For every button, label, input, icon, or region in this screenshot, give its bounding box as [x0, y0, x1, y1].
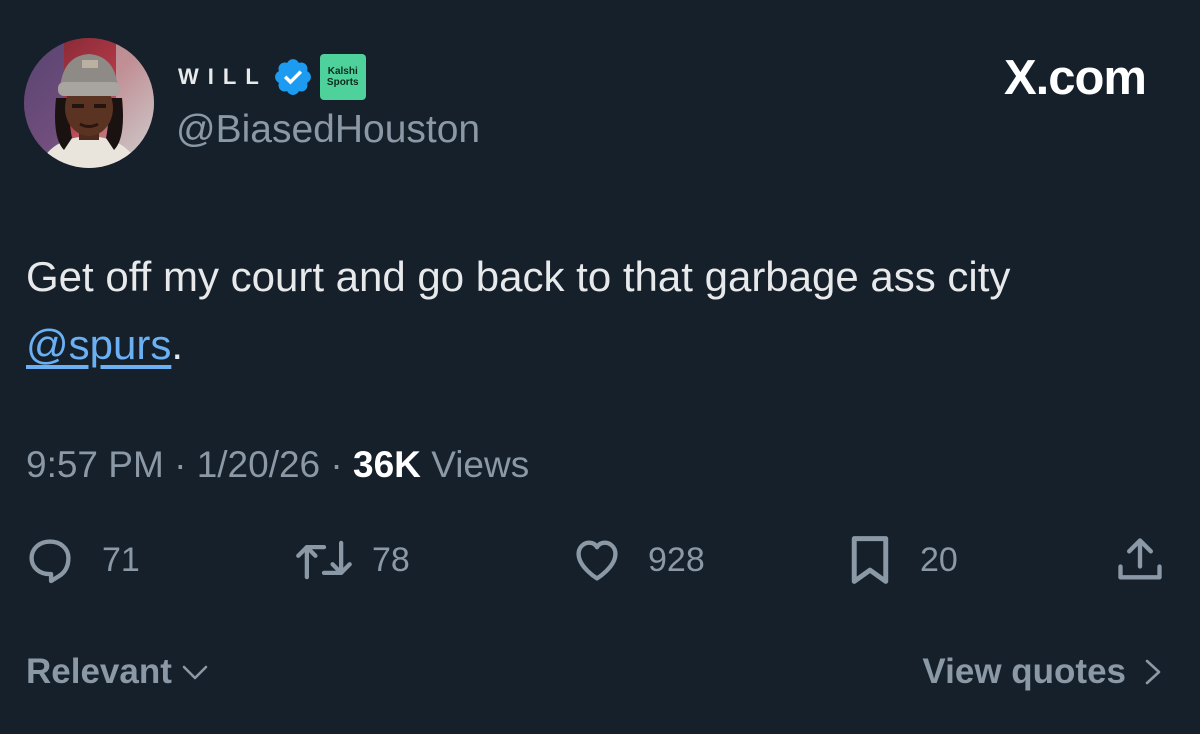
sort-label: Relevant	[26, 652, 172, 691]
meta-separator: ·	[174, 444, 187, 485]
affiliate-badge-line2: Sports	[326, 77, 359, 88]
view-quotes-label: View quotes	[922, 652, 1126, 691]
sort-dropdown[interactable]: Relevant	[26, 652, 212, 692]
meta-separator: ·	[330, 444, 343, 485]
bookmark-count: 20	[920, 540, 958, 579]
like-count: 928	[648, 540, 705, 579]
reply-count: 71	[102, 540, 140, 579]
avatar[interactable]	[24, 38, 154, 168]
tweet-text: Get off my court and go back to that gar…	[26, 243, 1166, 379]
views-count: 36K	[353, 444, 421, 485]
author-name-row: WILL Kalshi Sports	[178, 52, 366, 102]
share-icon	[1118, 538, 1162, 580]
share-button[interactable]	[1114, 530, 1166, 590]
repost-button[interactable]: 78	[294, 530, 410, 590]
chevron-right-icon	[1145, 659, 1161, 685]
author-handle[interactable]: @BiasedHouston	[176, 108, 480, 152]
mention-link[interactable]: @spurs	[26, 321, 171, 368]
repost-icon	[296, 540, 352, 580]
repost-count: 78	[372, 540, 410, 579]
tweet-text-end: .	[171, 321, 184, 368]
reply-icon	[29, 539, 71, 584]
verified-badge-icon[interactable]	[272, 56, 314, 98]
view-quotes-link[interactable]: View quotes	[922, 652, 1166, 692]
bookmark-icon	[851, 536, 889, 584]
tweet-meta: 9:57 PM · 1/20/26 · 36K Views	[26, 444, 529, 486]
tweet-time[interactable]: 9:57 PM	[26, 444, 164, 485]
like-button[interactable]: 928	[570, 530, 705, 590]
views-label: Views	[431, 444, 530, 485]
affiliate-badge-line1: Kalshi	[327, 66, 358, 77]
reply-button[interactable]: 71	[24, 530, 140, 590]
heart-icon	[576, 540, 618, 581]
tweet-text-body: Get off my court and go back to that gar…	[26, 253, 1011, 300]
site-logo: X.com	[1003, 51, 1147, 105]
action-bar: 71 78 928 20	[0, 530, 1200, 590]
avatar-image	[24, 38, 154, 168]
chevron-down-icon	[182, 665, 208, 680]
tweet-date[interactable]: 1/20/26	[197, 444, 320, 485]
display-name[interactable]: WILL	[178, 64, 268, 90]
bookmark-button[interactable]: 20	[846, 530, 958, 590]
affiliate-badge[interactable]: Kalshi Sports	[319, 54, 366, 100]
